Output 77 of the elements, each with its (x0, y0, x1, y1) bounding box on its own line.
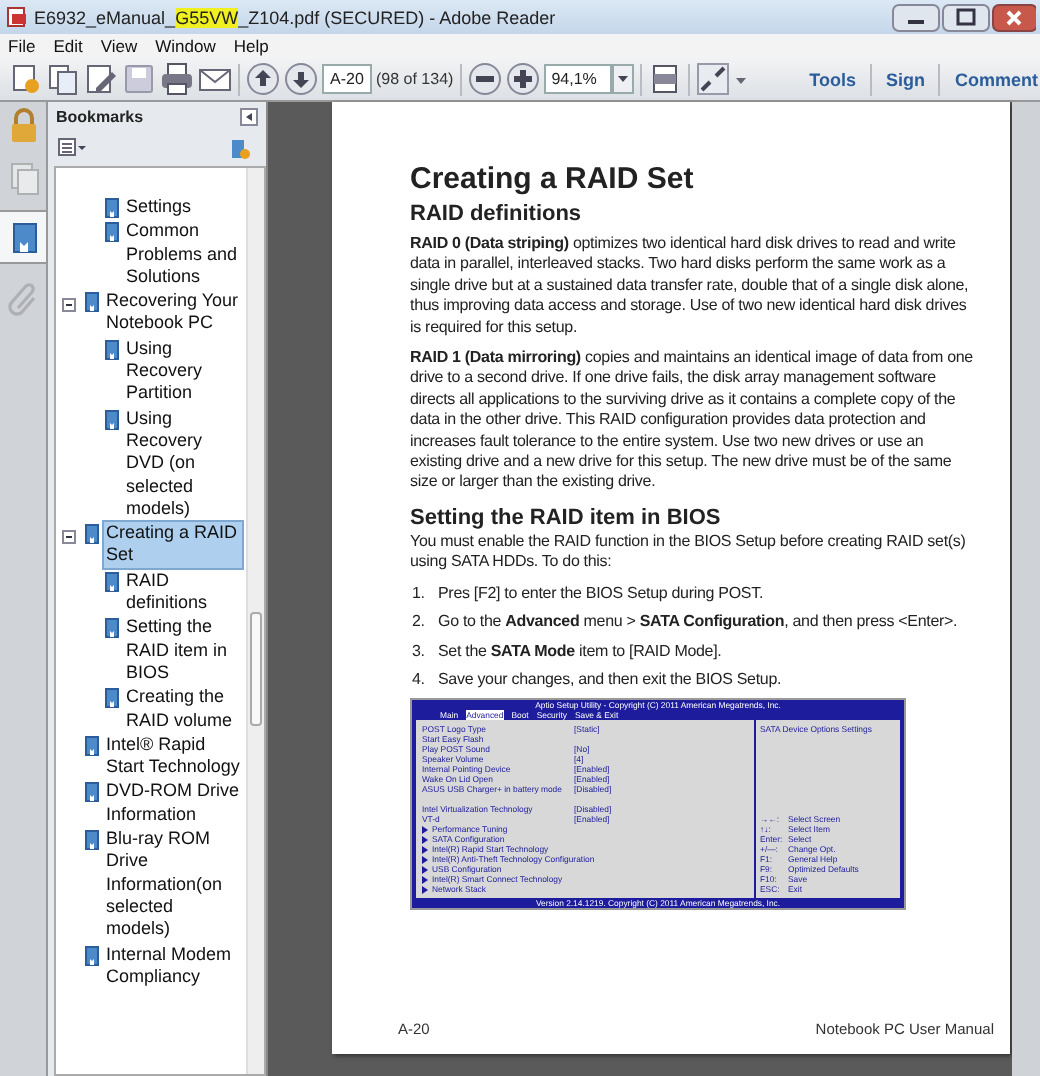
subheading: RAID definitions (410, 202, 584, 226)
step-text: Go to the Advanced menu > SATA Configuration, and then press <Enter>. (438, 612, 958, 633)
bookmark-icon (104, 198, 120, 218)
combine-files-icon[interactable] (46, 62, 80, 96)
zoom-in-icon[interactable] (505, 62, 540, 96)
bookmark-item[interactable]: Blu-ray ROM Drive Information(on selected models) (104, 828, 242, 941)
step-number: 4. (412, 669, 427, 691)
bookmark-item[interactable]: Creating a RAID Set (104, 522, 242, 568)
collapse-icon[interactable] (62, 530, 76, 545)
panel-title: Bookmarks (56, 108, 144, 126)
edit-document-icon[interactable] (84, 62, 118, 96)
menu-item[interactable]: View (100, 36, 138, 56)
bookmark-item[interactable]: Settings (124, 196, 194, 219)
step-text: Save your changes, and then exit the BIOS Setup. (438, 669, 782, 691)
heading: Creating a RAID Set (410, 162, 696, 196)
scrollbar[interactable] (1012, 102, 1040, 1076)
bookmark-item[interactable]: Creating the RAID volume (124, 686, 242, 732)
nav-tab[interactable] (0, 210, 46, 264)
step-number: 1. (412, 583, 427, 605)
paragraph: RAID 0 (Data striping) optimizes two identical hard disk drives to read and write data in parallel, interleaved stacks. Two hard disks perform the same work as a single drive but at a sustained data transfer rate, double that of a single disk alone, thus improving data access and storage. Use of two new identical hard disk drives is required for this setup. (410, 234, 971, 339)
fit-page-icon[interactable] (647, 62, 682, 96)
bookmark-icon (84, 524, 100, 545)
bookmark-item[interactable]: Using Recovery DVD (on selected models) (124, 407, 242, 521)
step-text: Pres [F2] to enter the BIOS Setup during POST. (438, 583, 764, 605)
document-icon (6, 6, 28, 28)
paperclip-icon (5, 279, 41, 315)
dropdown-caret-icon[interactable] (611, 64, 634, 94)
paragraph: RAID 1 (Data mirroring) copies and maintains an identical image of data from one drive to a second drive. If one drive fails, the disk array management software directs all applications to the surviving drive as it contains a complete copy of the data in the other drive. This RAID configuration provides data protection and increases fault tolerance to the entire system. Use two new drives or use an existing drive and a new drive for this setup. The new drive must be of the same size or larger than the existing drive. (410, 348, 974, 494)
step-text: Set the SATA Mode item to [RAID Mode]. (438, 641, 722, 662)
maximize-icon[interactable] (942, 3, 990, 31)
page-count: (98 of 134) (376, 70, 454, 88)
bookmark-item[interactable]: Internal Modem Compliancy (104, 943, 242, 989)
bookmark-icon (104, 571, 120, 592)
bookmark-icon (104, 618, 120, 639)
menu-item[interactable]: Help (233, 36, 269, 56)
menu-item[interactable]: Window (155, 36, 216, 56)
bookmark-icon (104, 339, 120, 360)
bookmark-icon (104, 688, 120, 709)
toolbar-link[interactable]: Comment (954, 69, 1038, 89)
options-menu-icon[interactable] (58, 138, 86, 158)
scroll-thumb[interactable] (250, 612, 262, 726)
full-screen-icon[interactable] (695, 62, 730, 96)
toolbar-link[interactable]: Tools (809, 69, 856, 89)
bookmark-item[interactable]: Recovering Your Notebook PC (104, 290, 242, 336)
menu-item[interactable]: File (8, 36, 36, 56)
collapse-panel-icon[interactable] (240, 108, 258, 126)
bookmark-item[interactable]: RAID definitions (124, 569, 242, 615)
menu-item[interactable]: Edit (53, 36, 83, 56)
page-number-field[interactable]: A-20 (322, 64, 372, 94)
bookmark-icon (104, 222, 120, 243)
step-number: 2. (412, 612, 427, 633)
bookmark-icon (84, 735, 100, 756)
bookmark-item[interactable]: Intel® Rapid Start Technology (104, 733, 242, 779)
print-icon[interactable] (160, 62, 194, 96)
step-number: 3. (412, 641, 427, 662)
bookmark-add-icon[interactable] (230, 138, 250, 160)
bookmark-icon (84, 830, 100, 851)
bookmark-item[interactable]: Common Problems and Solutions (124, 220, 242, 289)
scrollbar[interactable] (246, 168, 264, 1074)
toolbar-link[interactable]: Sign (885, 69, 925, 89)
subheading: Setting the RAID item in BIOS (410, 505, 723, 530)
bookmark-icon (104, 409, 120, 430)
minimize-icon[interactable] (892, 3, 940, 31)
close-icon[interactable] (992, 3, 1036, 31)
bookmark-icon (84, 945, 100, 965)
zoom-field[interactable]: 94,1% (543, 64, 612, 94)
bookmark-item[interactable]: Using Recovery Partition (124, 337, 242, 406)
bookmark-item[interactable]: Setting the RAID item in BIOS (124, 616, 242, 685)
bookmark-icon (84, 782, 100, 803)
zoom-out-icon[interactable] (467, 62, 502, 96)
pages-icon (5, 159, 41, 195)
bookmark-item[interactable]: DVD-ROM Drive Information (104, 780, 242, 827)
bookmark-icon (84, 292, 100, 313)
create-pdf-icon[interactable] (8, 62, 42, 96)
collapse-icon[interactable] (62, 298, 76, 313)
window-title: E6932_eManual_G55VW_Z104.pdf (SECURED) - Adobe Reader (34, 7, 556, 27)
paragraph: You must enable the RAID function in the BIOS Setup before creating RAID set(s) using SATA HDDs. To do this: (410, 531, 968, 574)
